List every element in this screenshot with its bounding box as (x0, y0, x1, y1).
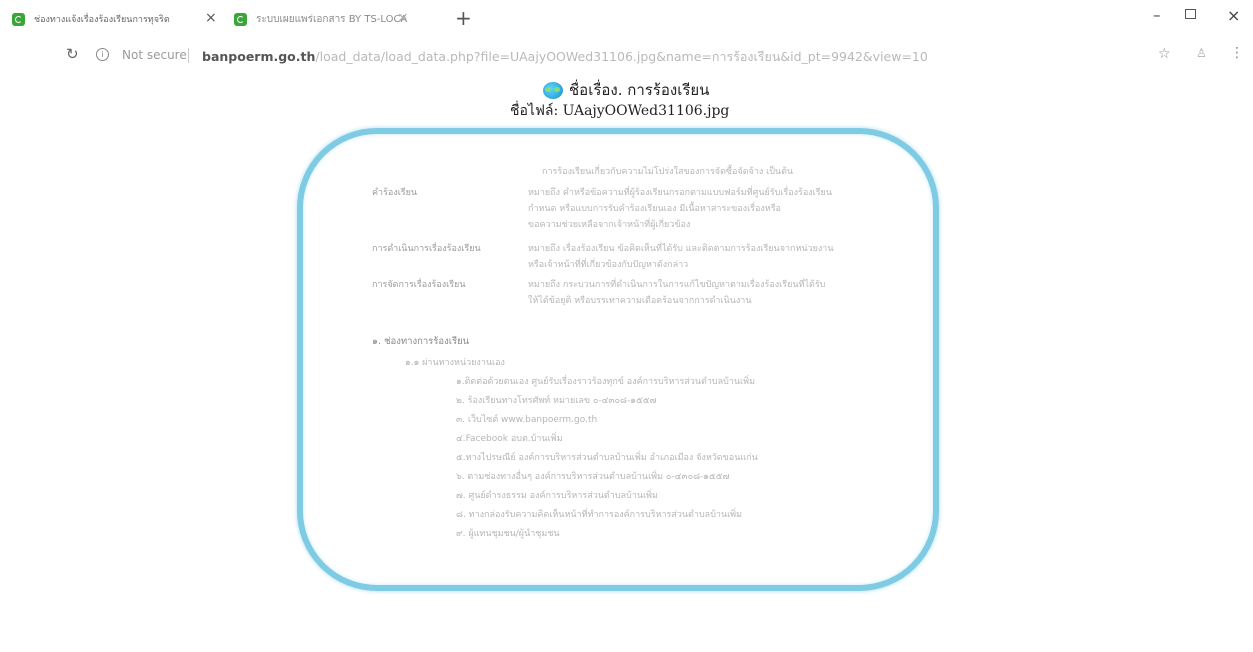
channel-item: ๘. ทางกล่องรับความคิดเห็นหน้าที่ทำการองค… (456, 510, 743, 520)
page-title: ชื่อเรื่อง. การร้องเรียน (543, 78, 709, 102)
menu-kebab-icon[interactable]: ⋮ (1230, 45, 1244, 61)
channel-item: ๗. ศูนย์ดำรงธรรม องค์การบริหารส่วนตำบลบ้… (456, 491, 658, 501)
channel-item: ๖. ตามช่องทางอื่นๆ องค์การบริหารส่วนตำบล… (456, 472, 730, 482)
channel-item: ๒. ร้องเรียนทางโทรศัพท์ หมายเลข ๐-๔๓๐๘-๑… (456, 396, 657, 406)
minimize-icon[interactable]: – (1153, 6, 1161, 24)
def-line: ขอความช่วยเหลือจากเจ้าหน้าที่ผู้เกี่ยวข้… (528, 220, 691, 230)
globe-logo-icon (543, 81, 563, 99)
bookmark-star-icon[interactable]: ☆ (1158, 46, 1171, 62)
tab-inactive[interactable]: ระบบเผยแพร่เอกสาร BY TS-LOCA × (234, 8, 439, 30)
site-favicon-icon (234, 12, 247, 26)
subsection-heading: ๑.๑ ผ่านทางหน่วยงานเอง (405, 358, 505, 368)
security-label[interactable]: Not secure (122, 48, 187, 62)
def-line: กำหนด หรือแบบการรับคำร้องเรียนเอง มีเนื้… (528, 204, 781, 214)
tab-close-icon[interactable]: × (205, 10, 217, 26)
address-divider (188, 48, 189, 63)
channel-item: ๙. ผู้แทนชุมชน/ผู้นำชุมชน (456, 529, 560, 539)
tab-strip: ช่องทางแจ้งเรื่องร้องเรียนการทุจริต × ระ… (0, 0, 1253, 36)
site-favicon-icon (12, 12, 25, 26)
def-line: หรือเจ้าหน้าที่ที่เกี่ยวข้องกับปัญหาดังก… (528, 260, 689, 270)
tab-active[interactable]: ช่องทางแจ้งเรื่องร้องเรียนการทุจริต × (12, 8, 238, 30)
channel-item: ๑.ติดต่อด้วยตนเอง ศูนย์รับเรื่องราวร้องท… (456, 377, 755, 387)
url-path: /load_data/load_data.php?file=UAajyOOWed… (315, 49, 928, 64)
channel-item: ๓. เว็บไซต์ www.banpoerm.go.th (456, 415, 598, 425)
reload-icon[interactable]: ↻ (66, 45, 79, 63)
url-field[interactable]: banpoerm.go.th/load_data/load_data.php?f… (202, 47, 928, 67)
def-term: การดำเนินการเรื่องร้องเรียน (372, 244, 481, 254)
address-bar: ↻ i Not secure banpoerm.go.th/load_data/… (0, 40, 1253, 70)
channel-item: ๕.ทางไปรษณีย์ องค์การบริหารส่วนตำบลบ้านเ… (456, 453, 758, 463)
section-heading: ๑. ช่องทางการร้องเรียน (372, 336, 470, 347)
url-domain: banpoerm.go.th (202, 49, 316, 64)
def-line: หมายถึง คำหรือข้อความที่ผู้ร้องเรียนกรอก… (528, 188, 832, 198)
window-close-icon[interactable]: × (1227, 6, 1240, 25)
account-icon[interactable]: ♙ (1196, 46, 1207, 60)
restore-icon[interactable] (1185, 9, 1196, 19)
tab-title: ระบบเผยแพร่เอกสาร BY TS-LOCA (256, 13, 408, 25)
new-tab-icon[interactable]: + (455, 6, 472, 30)
page-title-text: ชื่อเรื่อง. การร้องเรียน (569, 81, 710, 99)
document-frame: การร้องเรียนเกี่ยวกับความไม่โปร่งใสของกา… (297, 128, 939, 591)
tab-title: ช่องทางแจ้งเรื่องร้องเรียนการทุจริต (34, 15, 170, 25)
info-icon[interactable]: i (96, 48, 109, 61)
tab-close-icon[interactable]: × (397, 10, 409, 26)
file-name: ชื่อไฟล์: UAajyOOWed31106.jpg (510, 103, 730, 119)
def-term: คำร้องเรียน (372, 188, 418, 198)
def-line: ให้ได้ข้อยุติ หรือบรรเทาความเดือดร้อนจาก… (528, 296, 752, 306)
def-line: หมายถึง กระบวนการที่ดำเนินการในการแก้ไขป… (528, 280, 826, 290)
doc-intro: การร้องเรียนเกี่ยวกับความไม่โปร่งใสของกา… (542, 167, 794, 177)
channel-item: ๔.Facebook อบต.บ้านเพิ่ม (456, 434, 563, 444)
document-image: การร้องเรียนเกี่ยวกับความไม่โปร่งใสของกา… (303, 134, 933, 585)
def-term: การจัดการเรื่องร้องเรียน (372, 280, 466, 290)
def-line: หมายถึง เรื่องร้องเรียน ข้อคิดเห็นที่ได้… (528, 244, 834, 254)
